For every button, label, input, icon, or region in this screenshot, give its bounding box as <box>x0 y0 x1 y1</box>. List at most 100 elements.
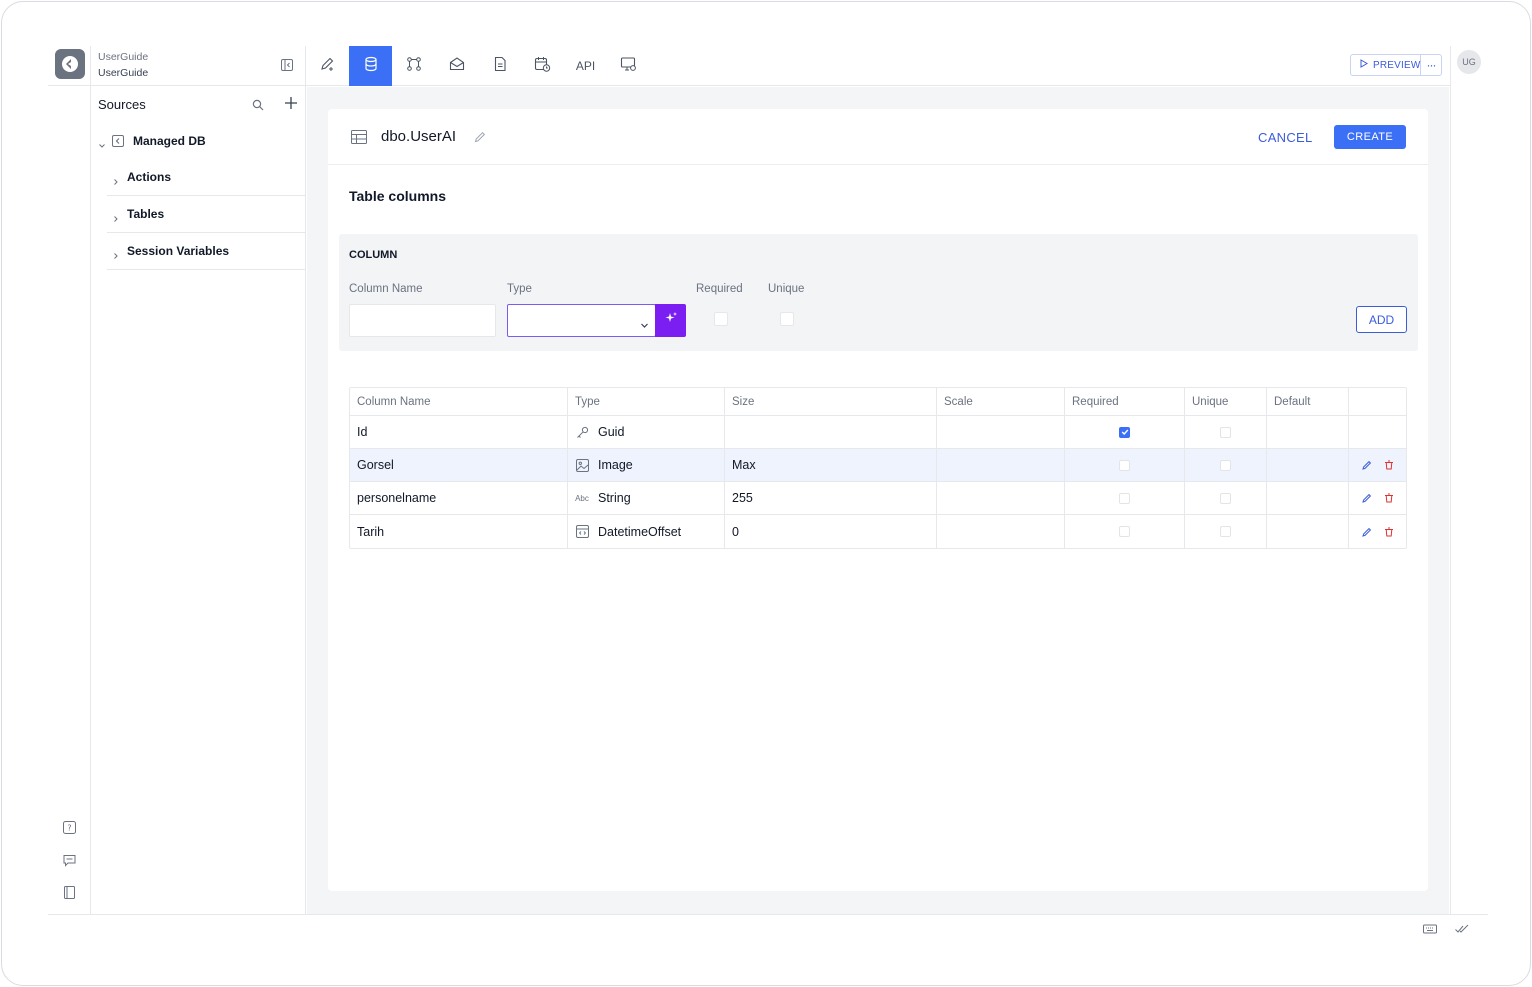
cell-unique <box>1185 416 1267 448</box>
cell-type-label: DatetimeOffset <box>598 524 682 539</box>
required-checkbox-checked[interactable] <box>1119 426 1130 438</box>
required-checkbox[interactable] <box>714 312 728 326</box>
required-checkbox[interactable] <box>1119 459 1130 471</box>
edit-icon[interactable] <box>1361 459 1373 471</box>
table-icon <box>351 129 367 145</box>
table-header-row: Column Name Type Size Scale Required Uni… <box>350 388 1406 416</box>
column-name-input[interactable] <box>349 304 496 337</box>
keyboard-icon[interactable] <box>1423 922 1437 936</box>
cell-required <box>1065 482 1185 514</box>
document-icon <box>492 56 508 77</box>
chevron-right-icon <box>112 173 120 185</box>
cell-default <box>1267 482 1349 514</box>
email-tool-button[interactable] <box>435 46 478 86</box>
more-options-button[interactable]: ··· <box>1421 58 1441 72</box>
table-row[interactable]: personelname Abc String 255 <box>350 482 1406 515</box>
database-tool-button[interactable] <box>349 46 392 86</box>
tree-root-label: Managed DB <box>133 134 206 148</box>
calendar-clock-icon <box>534 56 551 77</box>
workflow-icon <box>406 56 422 77</box>
form-heading: COLUMN <box>349 249 398 261</box>
top-toolbar: API PREVIEW ··· <box>306 46 1450 86</box>
avatar[interactable]: UG <box>1457 50 1481 74</box>
tree-item-actions[interactable]: Actions <box>107 159 306 196</box>
required-label: Required <box>696 283 743 295</box>
api-tool-button[interactable]: API <box>564 46 607 86</box>
search-icon[interactable] <box>252 98 264 111</box>
app-logo[interactable] <box>55 49 85 79</box>
required-checkbox[interactable] <box>1119 492 1130 504</box>
preview-button[interactable]: PREVIEW <box>1351 55 1421 75</box>
cancel-button[interactable]: CANCEL <box>1249 125 1322 149</box>
left-rail: ? <box>48 46 91 914</box>
edit-icon[interactable] <box>1361 492 1373 504</box>
app-window: ? UserGuide UserGuide Sources Managed DB… <box>1 1 1531 986</box>
book-icon[interactable] <box>62 885 76 899</box>
database-icon <box>363 56 379 77</box>
cell-column-name: Tarih <box>350 515 568 548</box>
header-size: Size <box>725 388 937 415</box>
required-checkbox[interactable] <box>1119 526 1130 537</box>
unique-checkbox[interactable] <box>1220 426 1231 438</box>
table-row[interactable]: Gorsel Image Max <box>350 449 1406 482</box>
type-select[interactable] <box>507 304 656 337</box>
delete-icon[interactable] <box>1383 459 1395 471</box>
tree-item-tables[interactable]: Tables <box>107 196 306 233</box>
add-column-button[interactable]: ADD <box>1356 306 1407 333</box>
cell-default <box>1267 416 1349 448</box>
document-tool-button[interactable] <box>478 46 521 86</box>
header-required: Required <box>1065 388 1185 415</box>
create-button[interactable]: CREATE <box>1334 125 1406 149</box>
datetime-icon <box>575 525 589 539</box>
add-source-icon[interactable] <box>284 96 298 110</box>
chat-icon[interactable] <box>62 853 76 867</box>
envelope-icon <box>449 56 465 77</box>
key-icon <box>575 425 589 439</box>
api-label: API <box>575 59 596 73</box>
delete-icon[interactable] <box>1383 526 1395 538</box>
edit-table-name-icon[interactable] <box>474 130 486 143</box>
pen-plus-icon <box>320 56 336 77</box>
cell-size: 0 <box>725 515 937 548</box>
help-icon[interactable]: ? <box>62 820 76 834</box>
add-column-form: COLUMN Column Name Type Required Unique … <box>339 234 1418 351</box>
unique-checkbox[interactable] <box>1220 492 1231 504</box>
table-editor-card: dbo.UserAI CANCEL CREATE Table columns C… <box>328 109 1428 891</box>
collapse-sidebar-icon[interactable] <box>281 58 293 71</box>
sparkle-icon <box>664 311 678 330</box>
unique-checkbox[interactable] <box>780 312 794 326</box>
edit-icon[interactable] <box>1361 526 1373 538</box>
cell-scale <box>937 482 1065 514</box>
unique-label: Unique <box>768 283 805 295</box>
cell-size: 255 <box>725 482 937 514</box>
tree-item-session-variables[interactable]: Session Variables <box>107 233 306 270</box>
ai-suggest-button[interactable] <box>655 304 686 337</box>
delete-icon[interactable] <box>1383 492 1395 504</box>
table-row[interactable]: Tarih DatetimeOffset 0 <box>350 515 1406 548</box>
play-icon <box>1360 59 1368 71</box>
cell-scale <box>937 515 1065 548</box>
column-name-label: Column Name <box>349 283 423 295</box>
workspace-app: UserGuide <box>98 67 149 79</box>
header-actions <box>1349 388 1406 415</box>
double-check-icon[interactable] <box>1455 922 1469 936</box>
unique-checkbox[interactable] <box>1220 526 1231 537</box>
monitor-settings-tool-button[interactable] <box>607 46 650 86</box>
unique-checkbox[interactable] <box>1220 459 1231 471</box>
table-row[interactable]: Id Guid <box>350 416 1406 449</box>
tree-item-label: Tables <box>127 207 165 221</box>
cell-actions <box>1349 416 1406 448</box>
tree-item-label: Session Variables <box>127 244 230 258</box>
workflow-tool-button[interactable] <box>392 46 435 86</box>
cell-actions <box>1349 515 1406 548</box>
columns-table: Column Name Type Size Scale Required Uni… <box>349 387 1407 549</box>
monitor-settings-icon <box>620 56 637 77</box>
cell-type-label: Image <box>598 458 633 472</box>
designer-tool-button[interactable] <box>306 46 349 86</box>
scheduler-tool-button[interactable] <box>521 46 564 86</box>
cell-required <box>1065 515 1185 548</box>
cell-size <box>725 416 937 448</box>
cell-required <box>1065 449 1185 481</box>
svg-text:?: ? <box>67 823 71 832</box>
tree-managed-db[interactable]: Managed DB <box>91 128 306 154</box>
